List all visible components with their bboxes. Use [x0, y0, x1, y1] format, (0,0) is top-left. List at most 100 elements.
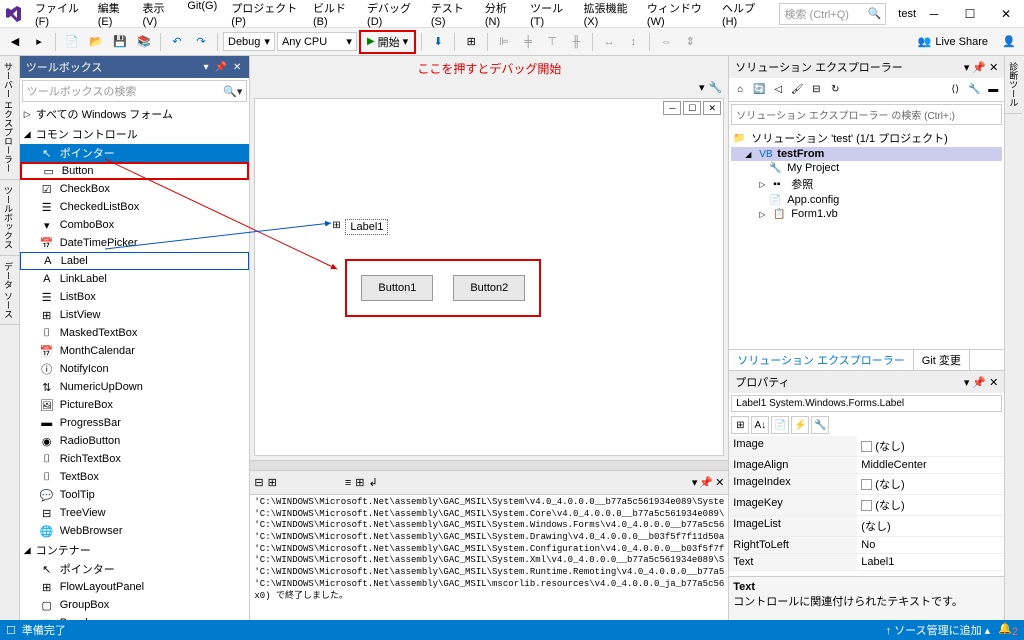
toolbox-item-listview[interactable]: ⊞ListView — [20, 306, 250, 324]
se-collapse-icon[interactable]: ⊟ — [807, 81, 825, 99]
toolbox-item-maskedtextbox[interactable]: ⌷MaskedTextBox — [20, 324, 250, 342]
toolbox-item-ポインター[interactable]: ↖ポインター — [20, 560, 250, 578]
vtab-data-sources[interactable]: データ ソース — [0, 256, 19, 326]
se-back-icon[interactable]: ◁ — [769, 81, 787, 99]
prop-row-text[interactable]: TextLabel1 — [729, 554, 1004, 571]
forward-button[interactable]: ▸ — [28, 31, 50, 53]
props-pin-icon[interactable]: 📌 — [972, 376, 986, 389]
se-project-node[interactable]: ◢VBtestFrom — [731, 147, 1002, 161]
menu-analyze[interactable]: 分析(N) — [478, 0, 523, 32]
live-share-button[interactable]: 👥 Live Share — [910, 35, 996, 48]
tab-git-changes[interactable]: Git 変更 — [914, 350, 970, 370]
size-width-button[interactable]: ↔ — [598, 31, 620, 53]
se-showall-icon[interactable]: ▬ — [984, 81, 1002, 99]
toolbox-item-richtextbox[interactable]: ⌷RichTextBox — [20, 450, 250, 468]
save-button[interactable]: 💾 — [109, 31, 131, 53]
open-file-button[interactable]: 📂 — [85, 31, 107, 53]
start-debug-button[interactable]: ▶ 開始 ▾ — [359, 30, 416, 54]
toolbox-item-listbox[interactable]: ☰ListBox — [20, 288, 250, 306]
pin-icon[interactable]: 📌 — [213, 62, 229, 73]
props-dropdown-icon[interactable]: ▾ — [964, 376, 970, 389]
toolbox-item-numericupdown[interactable]: ⇅NumericUpDown — [20, 378, 250, 396]
size-height-button[interactable]: ↕ — [622, 31, 644, 53]
se-refresh-icon[interactable]: ↻ — [826, 81, 844, 99]
se-close-icon[interactable]: ✕ — [989, 61, 998, 74]
prop-row-righttoleft[interactable]: RightToLeftNo — [729, 537, 1004, 554]
se-home-icon[interactable]: ⌂ — [731, 81, 749, 99]
align-left-button[interactable]: ⊫ — [493, 31, 515, 53]
toolbox-category[interactable]: ◢コモン コントロール — [20, 124, 250, 144]
toolbox-item-linklabel[interactable]: ALinkLabel — [20, 270, 250, 288]
toolbox-item-datetimepicker[interactable]: 📅DateTimePicker — [20, 234, 250, 252]
toolbox-category[interactable]: ▷すべての Windows フォーム — [20, 104, 250, 124]
prop-events-icon[interactable]: ⚡ — [791, 416, 809, 434]
menu-help[interactable]: ヘルプ(H) — [715, 0, 770, 32]
toolbox-item-flowlayoutpanel[interactable]: ⊞FlowLayoutPanel — [20, 578, 250, 596]
se-sync-icon[interactable]: 🔄 — [750, 81, 768, 99]
prop-row-imagekey[interactable]: ImageKey(なし) — [729, 495, 1004, 516]
menu-test[interactable]: テスト(S) — [424, 0, 478, 32]
form-designer[interactable]: ─ ☐ ✕ Label1 Button1 Button2 — [254, 98, 724, 456]
output-filter-icon[interactable]: ⊞ — [355, 476, 364, 489]
toolbox-item-progressbar[interactable]: ▬ProgressBar — [20, 414, 250, 432]
save-all-button[interactable]: 📚 — [133, 31, 155, 53]
menu-debug[interactable]: デバッグ(D) — [360, 0, 424, 32]
platform-combo[interactable]: Any CPU▾ — [277, 32, 357, 51]
se-tree[interactable]: 📁ソリューション 'test' (1/1 プロジェクト) ◢VBtestFrom… — [729, 127, 1004, 349]
toolbox-item-panel[interactable]: ▢Panel — [20, 614, 250, 620]
designer-button2[interactable]: Button2 — [453, 275, 525, 301]
toolbox-item-tooltip[interactable]: 💬ToolTip — [20, 486, 250, 504]
prop-categorized-icon[interactable]: ⊞ — [731, 416, 749, 434]
se-brush-icon[interactable]: 🖌 — [788, 81, 806, 99]
menu-window[interactable]: ウィンドウ(W) — [640, 0, 715, 32]
close-button[interactable]: ✕ — [988, 2, 1024, 26]
menu-project[interactable]: プロジェクト(P) — [224, 0, 306, 32]
prop-props-icon[interactable]: 📄 — [771, 416, 789, 434]
menu-file[interactable]: ファイル(F) — [28, 0, 91, 32]
doc-wrench-icon[interactable]: 🔧 — [709, 81, 723, 94]
toolbox-item-combobox[interactable]: ▾ComboBox — [20, 216, 250, 234]
se-view-code-icon[interactable]: ⟨⟩ — [946, 81, 964, 99]
prop-row-imageindex[interactable]: ImageIndex(なし) — [729, 474, 1004, 495]
align-middle-button[interactable]: ╫ — [565, 31, 587, 53]
property-grid[interactable]: Image(なし)ImageAlignMiddleCenterImageInde… — [729, 436, 1004, 576]
tab-solution-explorer[interactable]: ソリューション エクスプローラー — [729, 350, 914, 370]
prop-row-imagelist[interactable]: ImageList(なし) — [729, 516, 1004, 537]
property-selector[interactable]: Label1 System.Windows.Forms.Label — [731, 395, 1002, 412]
toolbox-item-picturebox[interactable]: 🖼PictureBox — [20, 396, 250, 414]
toolbox-item-label[interactable]: ALabel — [20, 252, 250, 270]
minimize-button[interactable]: ─ — [916, 2, 952, 26]
form-close-icon[interactable]: ✕ — [703, 101, 721, 115]
form-max-icon[interactable]: ☐ — [683, 101, 701, 115]
align-center-button[interactable]: ╪ — [517, 31, 539, 53]
maximize-button[interactable]: ☐ — [952, 2, 988, 26]
output-clear-icon[interactable]: ≡ — [345, 477, 351, 489]
output-word-wrap-icon[interactable]: ↲ — [368, 476, 377, 489]
se-solution-node[interactable]: 📁ソリューション 'test' (1/1 プロジェクト) — [731, 129, 1002, 147]
align-top-button[interactable]: ⊤ — [541, 31, 563, 53]
output-dropdown-icon[interactable]: ▾ — [692, 476, 698, 489]
title-search-box[interactable]: 検索 (Ctrl+Q) 🔍 — [779, 3, 886, 25]
close-panel-icon[interactable]: ✕ — [231, 62, 243, 73]
toolbox-item-ポインター[interactable]: ↖ポインター — [20, 144, 250, 162]
new-project-button[interactable]: 📄 — [61, 31, 83, 53]
menu-extensions[interactable]: 拡張機能(X) — [577, 0, 640, 32]
output-next-icon[interactable]: ⊞ — [268, 476, 277, 489]
spacing-v-button[interactable]: ⇕ — [679, 31, 701, 53]
undo-button[interactable]: ↶ — [166, 31, 188, 53]
menu-git[interactable]: Git(G) — [180, 0, 224, 32]
vtab-diagnostic-tools[interactable]: 診断ツール — [1005, 56, 1022, 114]
se-search[interactable]: ソリューション エクスプローラー の検索 (Ctrl+;) — [731, 104, 1002, 125]
output-text[interactable]: 'C:\WINDOWS\Microsoft.Net\assembly\GAC_M… — [250, 495, 728, 620]
prop-row-image[interactable]: Image(なし) — [729, 436, 1004, 457]
account-button[interactable]: 👤 — [998, 31, 1020, 53]
toolbox-item-radiobutton[interactable]: ◉RadioButton — [20, 432, 250, 450]
output-prev-icon[interactable]: ⊟ — [254, 476, 263, 489]
se-appconfig-node[interactable]: 📄App.config — [731, 193, 1002, 207]
vtab-server-explorer[interactable]: サーバー エクスプローラー — [0, 56, 19, 180]
menu-view[interactable]: 表示(V) — [136, 0, 181, 32]
toolbox-item-checkedlistbox[interactable]: ☰CheckedListBox — [20, 198, 250, 216]
se-dropdown-icon[interactable]: ▾ — [964, 61, 970, 74]
props-close-icon[interactable]: ✕ — [989, 376, 998, 389]
toolbox-item-button[interactable]: ▭Button — [20, 162, 250, 180]
